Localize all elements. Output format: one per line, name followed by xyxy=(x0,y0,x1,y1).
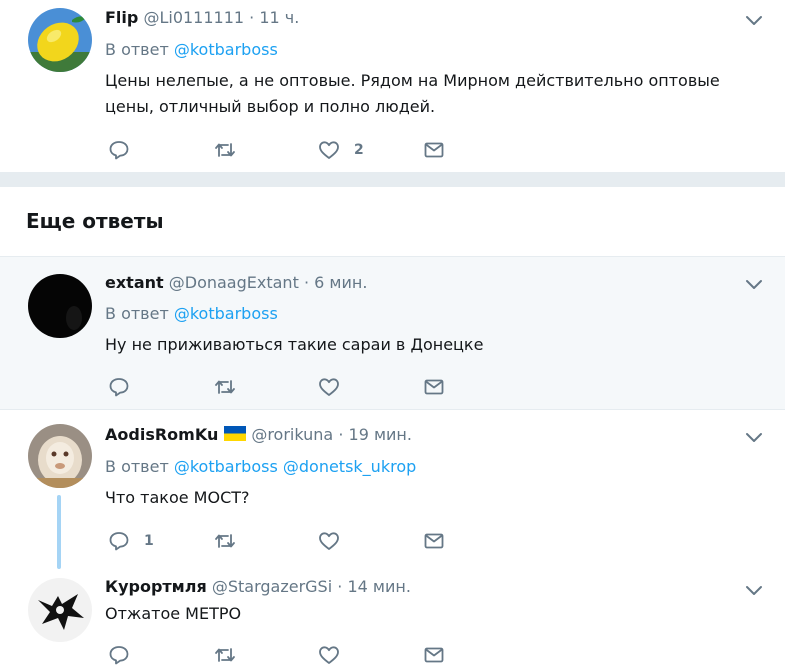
retweet-icon xyxy=(215,380,235,394)
tweet-header: Flip @Li0111111 · 11 ч. xyxy=(105,8,299,28)
tweet[interactable]: extant @DonaagExtant · 6 мин. В ответ @k… xyxy=(0,256,785,410)
more-replies-header: Еще ответы xyxy=(0,186,785,257)
avatar[interactable] xyxy=(28,578,92,642)
envelope-icon xyxy=(424,142,444,158)
reply-icon xyxy=(109,646,129,665)
like-button[interactable] xyxy=(318,529,354,553)
reply-context: В ответ @kotbarboss xyxy=(105,40,278,60)
mention-link[interactable]: @kotbarboss xyxy=(174,304,278,323)
tweet-text: Цены нелепые, а не оптовые. Рядом на Мир… xyxy=(105,71,720,116)
thread-connector xyxy=(57,495,61,569)
avatar[interactable] xyxy=(28,424,92,488)
like-count: 2 xyxy=(354,142,364,158)
chevron-down-icon[interactable] xyxy=(745,431,763,443)
like-button[interactable] xyxy=(318,643,354,667)
envelope-icon xyxy=(424,533,444,549)
tweet[interactable]: Курортмля @StargazerGSi · 14 мин. Отжато… xyxy=(0,567,785,667)
action-bar xyxy=(108,643,468,667)
display-name[interactable]: extant xyxy=(105,273,164,292)
action-bar xyxy=(108,375,468,399)
envelope-icon xyxy=(424,379,444,395)
action-bar: 1 xyxy=(108,529,468,553)
reply-button[interactable]: 1 xyxy=(108,529,154,553)
chevron-down-icon[interactable] xyxy=(745,14,763,26)
reply-icon xyxy=(109,532,129,551)
display-name[interactable]: Курортмля xyxy=(105,577,207,596)
action-bar: 2 xyxy=(108,138,468,162)
reply-context: В ответ @kotbarboss @donetsk_ukrop xyxy=(105,457,416,477)
display-name[interactable]: Flip xyxy=(105,8,138,27)
timestamp[interactable]: 6 мин. xyxy=(314,273,367,292)
mention-link[interactable]: @kotbarboss xyxy=(174,40,278,59)
chevron-down-icon[interactable] xyxy=(745,584,763,596)
retweet-button[interactable] xyxy=(214,138,236,162)
tweet[interactable]: Flip @Li0111111 · 11 ч. В ответ @kotbarb… xyxy=(0,0,785,172)
avatar[interactable] xyxy=(28,8,92,72)
heart-icon xyxy=(319,141,339,159)
reply-context: В ответ @kotbarboss xyxy=(105,304,278,324)
retweet-icon xyxy=(215,648,235,662)
like-button[interactable] xyxy=(318,375,354,399)
reply-icon xyxy=(109,141,129,160)
section-title: Еще ответы xyxy=(26,209,164,233)
timestamp[interactable]: 11 ч. xyxy=(259,8,299,27)
retweet-icon xyxy=(215,143,235,157)
reply-prefix: В ответ xyxy=(105,304,169,323)
reply-count: 1 xyxy=(144,533,154,549)
reply-button[interactable] xyxy=(108,138,144,162)
retweet-button[interactable] xyxy=(214,643,236,667)
tweet[interactable]: AodisRomKu @rorikuna · 19 мин. В ответ @k… xyxy=(0,409,785,567)
retweet-button[interactable] xyxy=(214,529,236,553)
reply-button[interactable] xyxy=(108,643,144,667)
heart-icon xyxy=(319,646,339,664)
mention-link[interactable]: @kotbarboss xyxy=(174,457,278,476)
avatar[interactable] xyxy=(28,274,92,338)
timestamp[interactable]: 14 мин. xyxy=(347,577,410,596)
ukraine-flag-icon xyxy=(224,426,247,441)
user-handle[interactable]: @DonaagExtant xyxy=(169,273,299,292)
heart-icon xyxy=(319,532,339,550)
direct-message-button[interactable] xyxy=(423,529,445,553)
envelope-icon xyxy=(424,647,444,663)
timestamp[interactable]: 19 мин. xyxy=(349,425,412,444)
separator-dot: · xyxy=(249,8,255,27)
separator-dot: · xyxy=(303,273,310,292)
user-handle[interactable]: @StargazerGSi xyxy=(212,577,332,596)
tweet-header: extant @DonaagExtant · 6 мин. xyxy=(105,273,367,293)
display-name[interactable]: AodisRomKu xyxy=(105,425,218,444)
retweet-icon xyxy=(215,534,235,548)
reply-prefix: В ответ xyxy=(105,457,169,476)
chevron-down-icon[interactable] xyxy=(745,278,763,290)
heart-icon xyxy=(319,378,339,396)
tweet-header: AodisRomKu @rorikuna · 19 мин. xyxy=(105,425,412,445)
direct-message-button[interactable] xyxy=(423,375,445,399)
separator-dot: · xyxy=(337,577,343,596)
tweet-text: Ну не приживаються такие сараи в Донецке xyxy=(105,335,484,354)
mention-link[interactable]: @donetsk_ukrop xyxy=(283,457,416,476)
user-handle[interactable]: @Li0111111 xyxy=(143,8,244,27)
reply-button[interactable] xyxy=(108,375,144,399)
tweet-text: Что такое МОСТ? xyxy=(105,488,250,507)
direct-message-button[interactable] xyxy=(423,138,445,162)
separator-dot: · xyxy=(338,425,344,444)
reply-icon xyxy=(109,378,129,397)
section-divider xyxy=(0,172,785,186)
direct-message-button[interactable] xyxy=(423,643,445,667)
tweet-header: Курортмля @StargazerGSi · 14 мин. xyxy=(105,577,411,597)
tweet-text: Отжатое МЕТРО xyxy=(105,604,242,623)
reply-prefix: В ответ xyxy=(105,40,169,59)
like-button[interactable]: 2 xyxy=(318,138,364,162)
retweet-button[interactable] xyxy=(214,375,236,399)
user-handle[interactable]: @rorikuna xyxy=(251,425,333,444)
